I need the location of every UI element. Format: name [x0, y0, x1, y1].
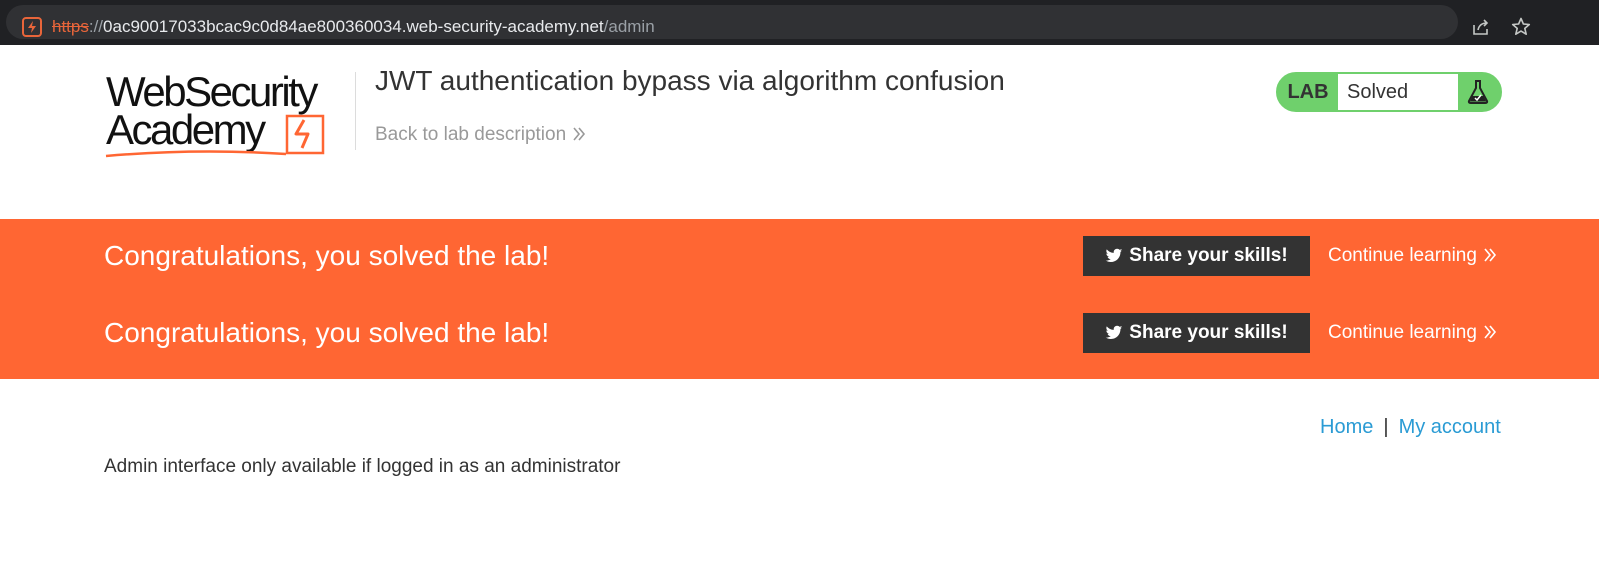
lab-label: LAB [1287, 81, 1329, 103]
share-skills-label: Share your skills! [1129, 245, 1288, 266]
top-navigation: Home | My account [1320, 415, 1501, 439]
nav-home-link[interactable]: Home [1320, 416, 1373, 438]
share-skills-button[interactable]: Share your skills! [1083, 313, 1310, 353]
banner-row: Congratulations, you solved the lab! Sha… [0, 236, 1599, 276]
flask-icon [1467, 80, 1489, 104]
admin-access-message: Admin interface only available if logged… [104, 456, 621, 477]
url-scheme: https [52, 17, 89, 36]
share-page-icon[interactable] [1470, 16, 1492, 38]
lab-status: Solved [1338, 74, 1458, 110]
url-host: 0ac90017033bcac9c0d84ae800360034.web-sec… [103, 17, 604, 36]
share-skills-button[interactable]: Share your skills! [1083, 236, 1310, 276]
double-chevron-right-icon [1484, 248, 1496, 262]
twitter-icon [1105, 325, 1123, 339]
back-link-label: Back to lab description [375, 124, 567, 145]
back-to-lab-description-link[interactable]: Back to lab description [375, 124, 586, 146]
continue-learning-link[interactable]: Continue learning [1328, 322, 1497, 344]
lightning-site-icon [22, 17, 42, 37]
url-text: https://0ac90017033bcac9c0d84ae800360034… [52, 17, 655, 37]
banner-row: Congratulations, you solved the lab! Sha… [0, 313, 1599, 353]
browser-toolbar: https://0ac90017033bcac9c0d84ae800360034… [0, 0, 1599, 45]
congratulations-message: Congratulations, you solved the lab! [104, 317, 550, 348]
url-separator: :// [88, 17, 104, 36]
address-bar[interactable]: https://0ac90017033bcac9c0d84ae800360034… [6, 5, 1531, 39]
congratulations-banner: Congratulations, you solved the lab! Sha… [0, 219, 1599, 379]
header-divider [355, 72, 356, 150]
web-security-academy-logo[interactable]: WebSecurity Academy [104, 70, 354, 162]
nav-my-account-link[interactable]: My account [1399, 416, 1501, 438]
continue-learning-label: Continue learning [1328, 322, 1477, 343]
double-chevron-right-icon [573, 127, 586, 141]
url-path: /admin [603, 17, 655, 36]
nav-separator: | [1383, 416, 1389, 438]
page-title: JWT authentication bypass via algorithm … [375, 65, 1005, 96]
lab-status-badge: LAB Solved [1276, 72, 1502, 112]
congratulations-message: Congratulations, you solved the lab! [104, 240, 550, 271]
continue-learning-label: Continue learning [1328, 245, 1477, 266]
twitter-icon [1105, 248, 1123, 262]
share-skills-label: Share your skills! [1129, 322, 1288, 343]
continue-learning-link[interactable]: Continue learning [1328, 245, 1497, 267]
double-chevron-right-icon [1484, 325, 1496, 339]
bookmark-star-icon[interactable] [1510, 16, 1532, 38]
svg-text:Academy: Academy [106, 106, 266, 153]
